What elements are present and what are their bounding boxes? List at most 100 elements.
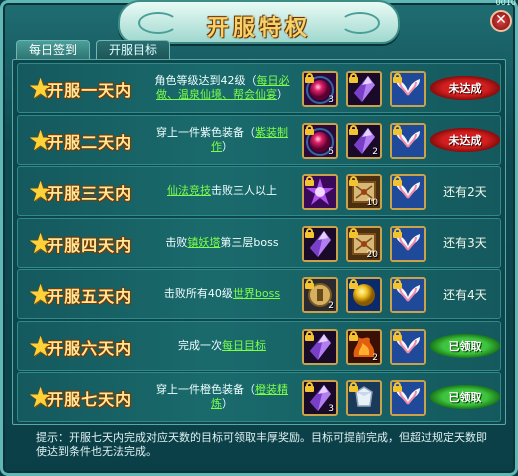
goal-text-suffix: 击败三人以上 [211,184,277,197]
day-label: ★ 开服五天内 [28,281,146,309]
goal-text-suffix: ） [222,397,233,410]
goal-text-prefix: 穿上一件紫色装备（ [156,125,255,139]
day-label: ★ 开服四天内 [28,229,146,257]
reward-slot[interactable] [390,277,426,313]
item-count: 3 [328,95,334,105]
goal-text: 角色等级达到42级（每日必做、温泉仙境、帮会仙宴） [146,74,298,102]
item-count: 3 [328,404,334,414]
reward-slot[interactable] [390,225,426,262]
status-badge[interactable]: 已领取 [430,385,500,409]
goal-link[interactable]: 每日目标 [222,339,266,352]
lock-icon [393,73,402,83]
days-remaining: 还有2天 [443,184,487,199]
reward-slot[interactable]: 10 [346,174,382,210]
reward-slot[interactable]: 2 [346,122,382,159]
lock-icon [349,124,358,135]
goal-link[interactable]: 世界boss [233,287,280,300]
tip-text: 提示：开服七天内完成对应天数的目标可领取丰厚奖励。目标可提前完成，但超过规定天数… [36,431,487,458]
goal-text-prefix: 击败 [165,235,188,249]
day-text: 开服一天内 [47,81,133,100]
reward-slot[interactable]: 5 [302,122,338,159]
reward-slot[interactable] [346,277,382,313]
goal-description: 击败所有40级世界boss [146,270,298,318]
lock-icon [305,73,314,83]
lock-icon [349,227,358,238]
goal-text-prefix: 穿上一件橙色装备（ [156,383,255,396]
lock-icon [305,330,314,341]
goal-description: 穿上一件紫色装备（紫装制作） [146,116,298,164]
day-label: ★ 开服七天内 [28,384,146,412]
goal-link[interactable]: 仙法竞技 [167,184,211,197]
reward-slot[interactable] [302,225,338,262]
reward-slot[interactable] [346,71,382,107]
reward-slot[interactable] [346,380,382,416]
dialog-title: 开服特权 [206,16,311,41]
lock-body [393,180,402,186]
lock-body [393,283,402,289]
goal-text-prefix: 击败所有40级 [163,287,233,300]
lock-icon [349,279,358,289]
lock-body [349,128,358,135]
lock-body [349,334,358,341]
close-button[interactable]: ✕ [490,10,512,32]
goal-description: 完成一次每日目标 [146,322,298,370]
goal-row: ★ 开服一天内 角色等级达到42级（每日必做、温泉仙境、帮会仙宴） 3 未达成 [17,63,501,113]
lock-icon [349,73,358,83]
reward-items: 2 [302,328,426,365]
goal-description: 穿上一件橙色装备（橙装精炼） [146,373,298,421]
goal-text: 穿上一件紫色装备（紫装制作） [146,126,298,154]
goal-description: 击败镇妖塔第三层boss [146,219,298,267]
lock-icon [305,227,314,238]
goal-text-prefix: 角色等级达到42级（ [154,74,257,87]
goal-row: ★ 开服六天内 完成一次每日目标 2 已领取 [17,320,501,371]
lock-icon [393,227,402,238]
lock-icon [393,279,402,289]
tab-server-goals[interactable]: 开服目标 [96,40,171,60]
reward-slot[interactable] [390,71,426,107]
lock-icon [305,124,314,135]
reward-slot[interactable] [390,122,426,159]
goal-text: 击败所有40级世界boss [164,287,280,301]
status-badge[interactable]: 未达成 [430,76,500,100]
goal-text: 穿上一件橙色装备（橙装精炼） [146,383,298,411]
goal-link[interactable]: 镇妖塔 [187,236,220,249]
goal-text: 完成一次每日目标 [178,339,266,353]
day-text: 开服三天内 [47,184,133,203]
status-badge[interactable]: 已领取 [430,333,500,358]
reward-slot[interactable]: 3 [302,380,338,416]
reward-slot[interactable] [302,328,338,365]
day-text: 开服七天内 [47,390,133,409]
day-label: ★ 开服三天内 [28,178,146,206]
reward-items: 3 [302,380,426,416]
goal-row: ★ 开服二天内 穿上一件紫色装备（紫装制作） 5 2 未达成 [17,114,501,165]
lock-body [305,77,314,83]
day-text: 开服二天内 [47,132,133,152]
lock-body [305,283,314,289]
reward-slot[interactable]: 2 [302,277,338,313]
lock-icon [349,176,358,186]
reward-items: 20 [302,225,426,262]
lock-body [393,231,402,238]
reward-slot[interactable]: 3 [302,71,338,107]
reward-slot[interactable] [390,174,426,210]
lock-icon [305,279,314,289]
reward-slot[interactable] [390,380,426,416]
lock-body [305,180,314,186]
reward-slot[interactable] [302,174,338,210]
item-count: 20 [366,249,378,260]
day-text: 开服四天内 [47,235,133,255]
day-label: ★ 开服二天内 [28,126,146,154]
reward-slot[interactable] [390,328,426,365]
reward-slot[interactable]: 20 [346,225,382,262]
lock-body [305,231,314,238]
lock-body [349,231,358,238]
goal-row: ★ 开服七天内 穿上一件橙色装备（橙装精炼） 3 已领取 [17,372,501,422]
reward-slot[interactable]: 2 [346,328,382,365]
lock-body [349,180,358,186]
lock-body [349,283,358,289]
lock-icon [305,382,314,392]
tab-daily-signin[interactable]: 每日签到 [16,40,91,60]
day-label: ★ 开服六天内 [28,332,146,360]
item-count: 2 [372,146,378,157]
status-badge[interactable]: 未达成 [430,127,500,152]
